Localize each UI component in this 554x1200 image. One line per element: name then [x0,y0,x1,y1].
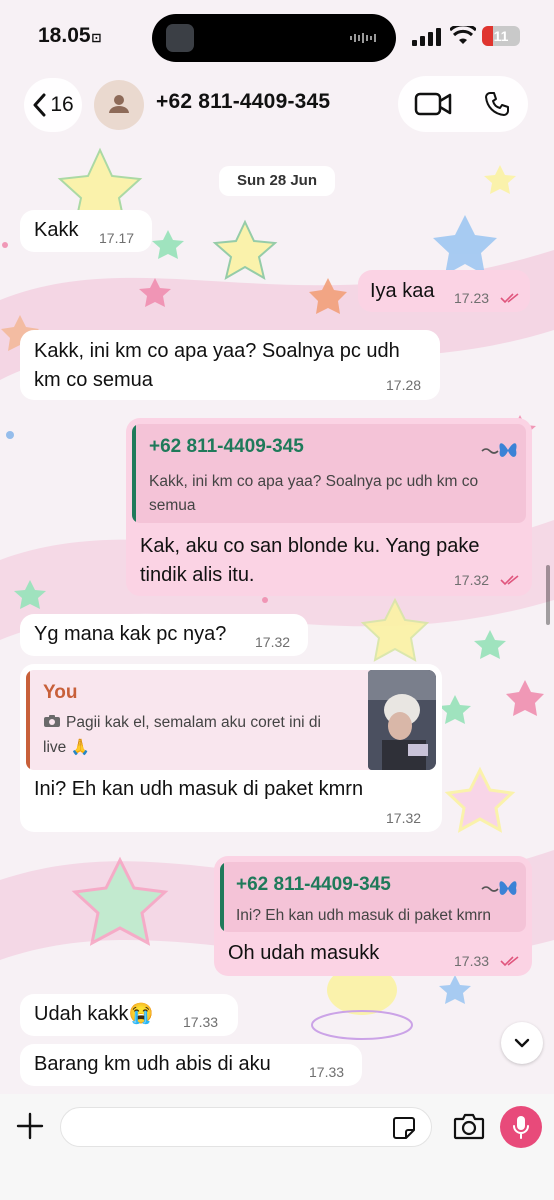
mic-icon [513,1116,529,1139]
quote-author: +62 811-4409-345 [149,436,304,457]
quote-text: Ini? Eh kan udh masuk di paket kmrn [236,907,492,924]
chevron-down-icon [514,1038,530,1048]
quote-bar [26,670,30,770]
battery-indicator: 11 [482,26,520,46]
message-text: Kakk [34,219,79,241]
avatar[interactable] [94,80,144,130]
outgoing-message[interactable]: Iya kaa 17.23 [358,270,530,312]
clock-time: 18.05 [38,24,91,47]
butterfly-icon [481,881,517,895]
sticker-icon[interactable] [392,1116,416,1140]
call-actions [398,76,528,132]
photo-thumbnail-image [368,670,436,770]
read-ticks-icon [500,956,519,967]
message-input[interactable] [60,1107,432,1147]
waveform-icon [350,33,376,43]
battery-percent: 11 [493,28,509,44]
message-time: 17.33 [309,1064,345,1080]
person-icon [109,95,129,113]
quote-bar [132,424,136,523]
quoted-image-thumbnail [368,670,436,770]
quote-bar [220,862,224,932]
phone-icon[interactable] [484,91,510,117]
wifi-icon [450,26,476,44]
camera-icon[interactable] [453,1112,485,1140]
clock-suffix: ⚀ [91,33,102,45]
message-text: Kakk, ini km co apa yaa? Soalnya pc udh [34,340,400,362]
contact-name[interactable]: +62 811-4409-345 [156,90,330,114]
quoted-message[interactable]: +62 811-4409-345 Kakk, ini km co apa yaa… [132,424,526,523]
message-time: 17.23 [454,290,490,306]
message-text: Kak, aku co san blonde ku. Yang pake [140,535,480,557]
back-button[interactable]: 16 [24,78,82,132]
read-ticks-icon [500,293,519,304]
message-text: Barang km udh abis di aku [34,1053,271,1075]
camera-small-icon [44,715,60,727]
message-time: 17.32 [454,572,490,588]
message-text: Yg mana kak pc nya? [34,623,227,645]
message-text: Iya kaa [370,280,435,302]
message-time: 17.32 [386,810,422,826]
message-time: 17.28 [386,377,422,393]
voice-message-button[interactable] [500,1106,542,1148]
incoming-reply-message[interactable]: You Pagii kak el, semalam aku coret ini … [20,664,442,832]
plus-icon[interactable] [16,1112,44,1140]
message-composer [0,1094,554,1200]
unread-count: 16 [50,93,74,116]
incoming-message[interactable]: Barang km udh abis di aku 17.33 [20,1044,362,1086]
now-playing-thumbnail [166,24,194,52]
incoming-message[interactable]: Kakk 17.17 [20,210,152,252]
butterfly-icon [481,443,517,457]
quote-text: live 🙏 [43,739,90,756]
incoming-message[interactable]: Kakk, ini km co apa yaa? Soalnya pc udh … [20,330,440,400]
message-text: tindik alis itu. [140,564,255,586]
cellular-signal-icon [412,28,441,46]
clock: 18.05⚀ [38,24,101,48]
date-separator: Sun 28 Jun [219,166,335,196]
quote-text: semua [149,497,196,514]
status-bar: 18.05⚀ 11 [0,0,554,75]
message-text: Oh udah masukk [228,942,380,964]
scrollbar[interactable] [546,565,550,625]
quote-author: You [43,682,78,703]
message-text: Udah kakk😭 [34,1003,154,1025]
message-time: 17.32 [255,634,291,650]
scroll-to-bottom-button[interactable] [501,1022,543,1064]
quote-author: +62 811-4409-345 [236,874,391,895]
message-text: Ini? Eh kan udh masuk di paket kmrn [34,778,364,800]
message-text: km co semua [34,369,153,391]
video-icon[interactable] [414,92,452,116]
message-time: 17.17 [99,230,135,246]
outgoing-reply-message[interactable]: +62 811-4409-345 Kakk, ini km co apa yaa… [126,418,532,596]
read-ticks-icon [500,575,519,586]
quoted-message[interactable]: +62 811-4409-345 Ini? Eh kan udh masuk d… [220,862,526,932]
message-time: 17.33 [183,1014,219,1030]
quoted-message[interactable]: You Pagii kak el, semalam aku coret ini … [26,670,436,770]
message-time: 17.33 [454,953,490,969]
chevron-left-icon [33,93,46,117]
dynamic-island [152,14,396,62]
outgoing-reply-message[interactable]: +62 811-4409-345 Ini? Eh kan udh masuk d… [214,856,532,976]
quote-text: Kakk, ini km co apa yaa? Soalnya pc udh … [149,473,479,490]
quote-text: Pagii kak el, semalam aku coret ini di [66,714,322,731]
incoming-message[interactable]: Udah kakk😭 17.33 [20,994,238,1036]
incoming-message[interactable]: Yg mana kak pc nya? 17.32 [20,614,308,656]
